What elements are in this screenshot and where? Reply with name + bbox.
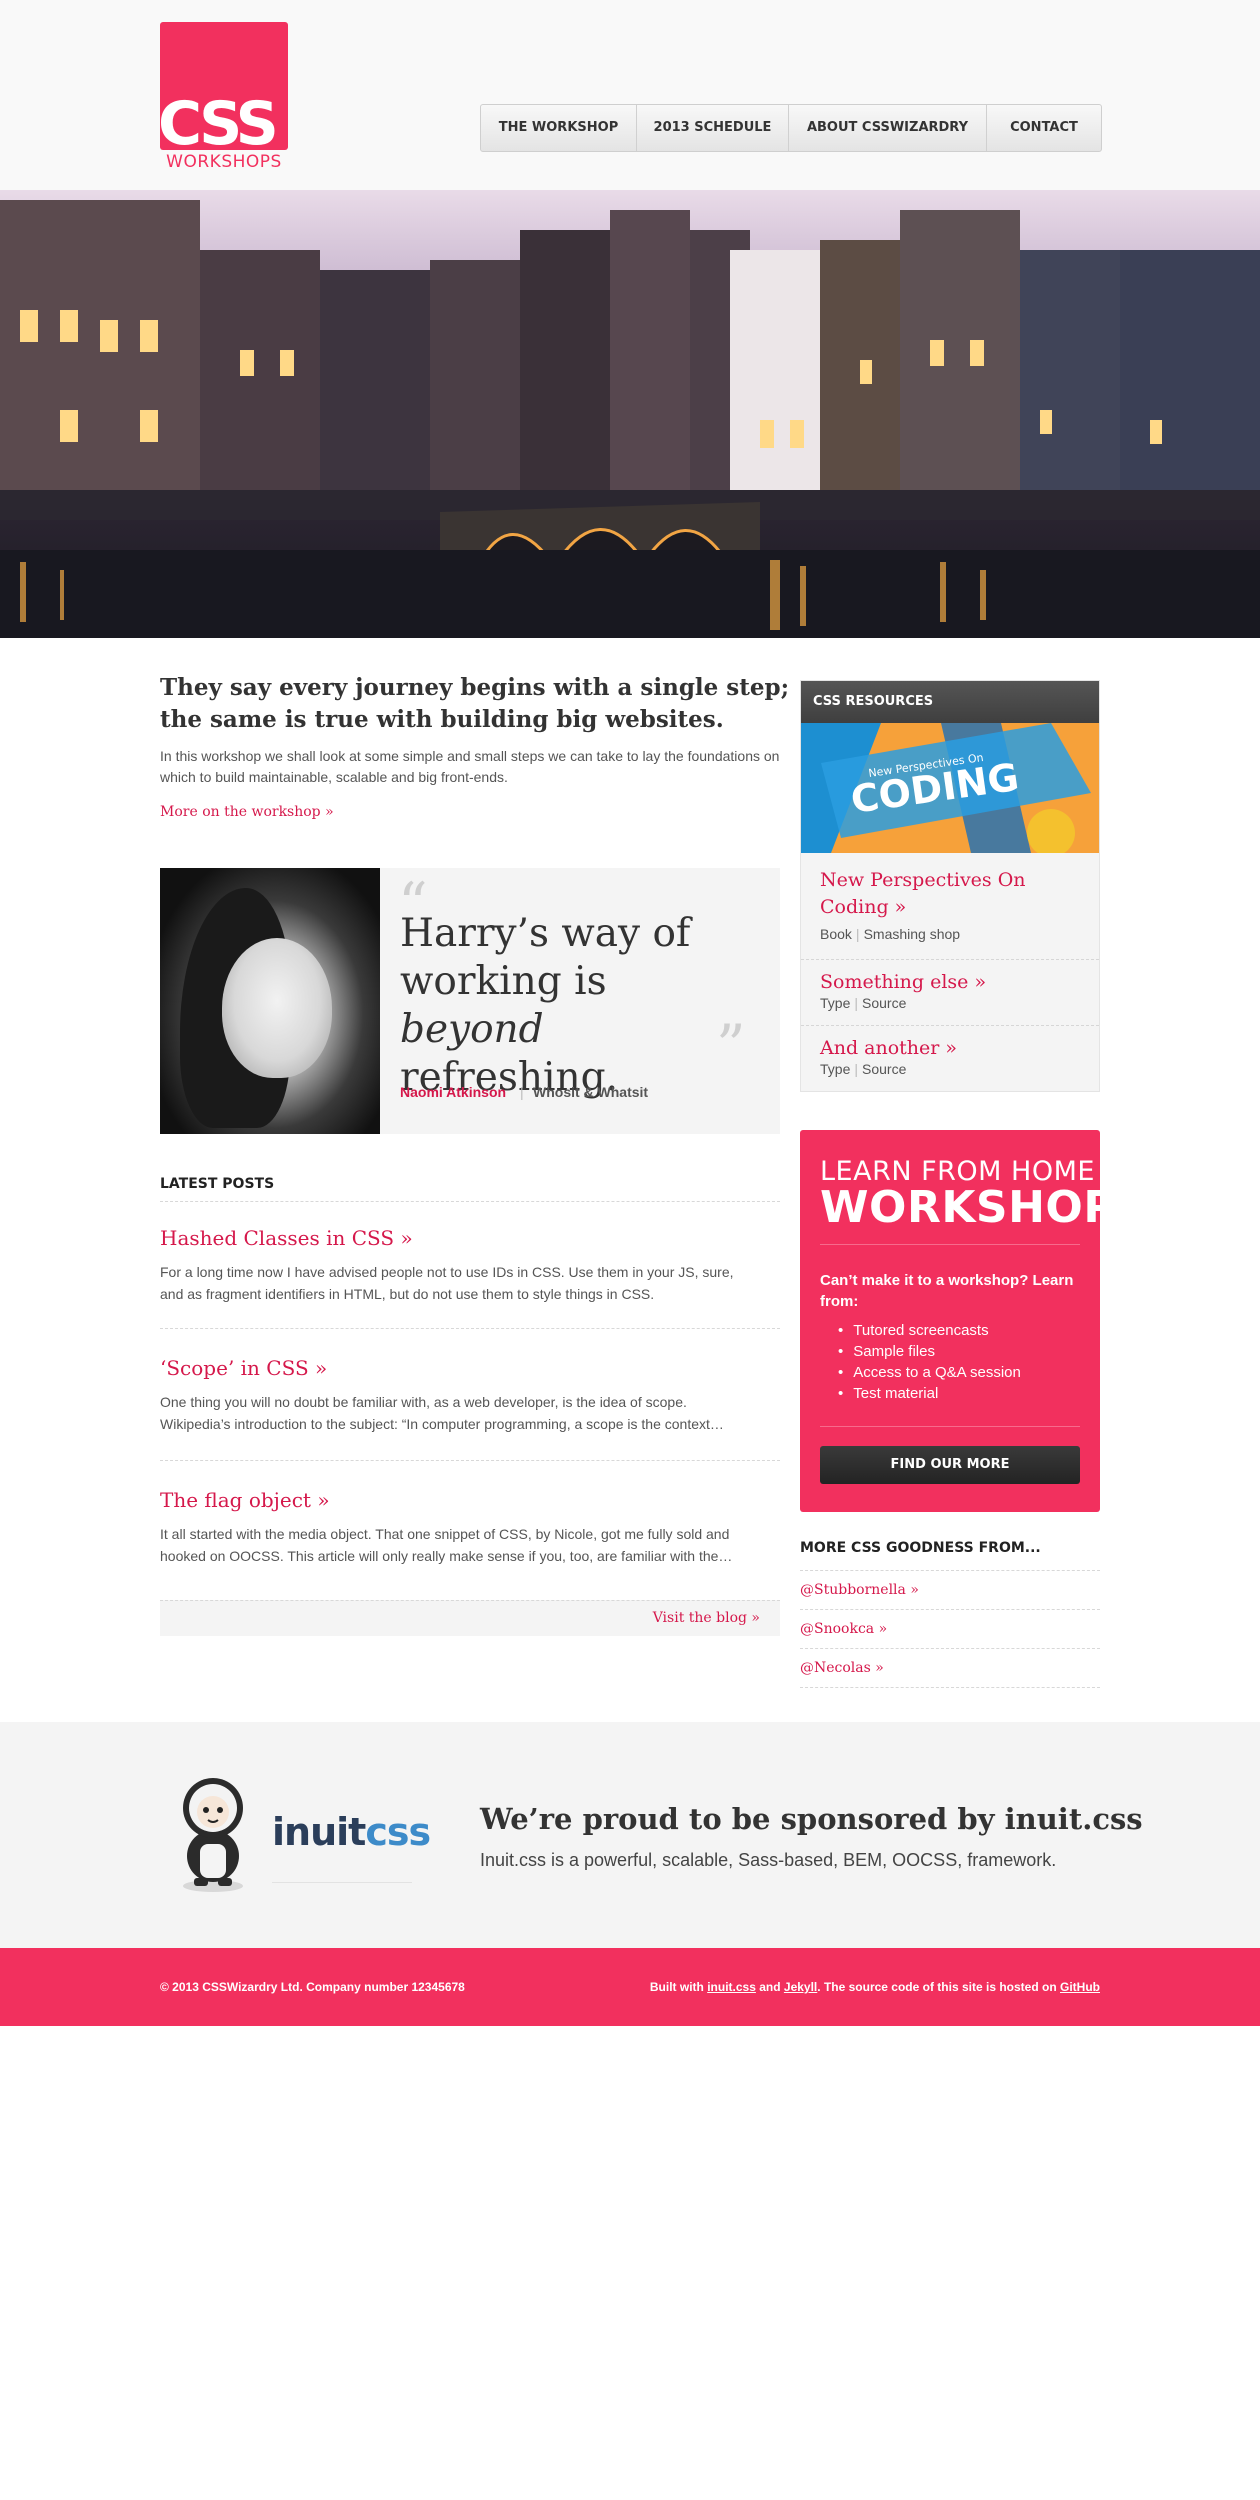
divider bbox=[800, 1609, 1100, 1610]
testimonial-quote: Harry’s way of working is beyond refresh… bbox=[400, 910, 760, 1102]
inuitcss-logo[interactable]: inuitcss bbox=[272, 1810, 431, 1854]
photo-face-shape bbox=[222, 938, 332, 1078]
css-resources-panel: CSS RESOURCES New Perspectives On CODING… bbox=[800, 680, 1100, 1092]
meta-separator: | bbox=[855, 926, 860, 942]
site-header: CSS WORKSHOPS THE WORKSHOP 2013 SCHEDULE… bbox=[0, 0, 1260, 190]
divider bbox=[160, 1328, 780, 1329]
resource-meta: Type | Source bbox=[820, 1061, 906, 1077]
testimonial-photo bbox=[160, 868, 380, 1134]
learn-list: Tutored screencasts Sample files Access … bbox=[838, 1320, 1021, 1404]
resource-meta-type: Type bbox=[820, 1061, 851, 1077]
resource-meta-source[interactable]: Source bbox=[862, 1061, 906, 1077]
learn-list-item: Tutored screencasts bbox=[838, 1320, 1021, 1341]
more-link[interactable]: @Snookca » bbox=[800, 1621, 887, 1637]
post-excerpt: For a long time now I have advised peopl… bbox=[160, 1264, 734, 1302]
learn-question: Can’t make it to a workshop? Learn from: bbox=[820, 1272, 1074, 1310]
nav-item-contact[interactable]: CONTACT bbox=[987, 105, 1101, 151]
post-title[interactable]: Hashed Classes in CSS » bbox=[160, 1226, 780, 1250]
resource-meta-type: Type bbox=[820, 995, 851, 1011]
more-on-workshop-link[interactable]: More on the workshop » bbox=[160, 804, 334, 820]
post-title[interactable]: ‘Scope’ in CSS » bbox=[160, 1356, 780, 1380]
intro-body: In this workshop we shall look at some s… bbox=[160, 748, 780, 785]
divider bbox=[160, 1201, 780, 1202]
learn-title-large: WORKSHOP bbox=[820, 1182, 1117, 1233]
footer-built-with: Built with bbox=[649, 1980, 708, 1994]
resource-title[interactable]: Something else » bbox=[820, 969, 1080, 996]
divider bbox=[800, 1570, 1100, 1571]
more-goodness-heading: MORE CSS GOODNESS FROM... bbox=[800, 1540, 1041, 1556]
blog-link-bar: Visit the blog » bbox=[160, 1600, 780, 1636]
meta-separator: | bbox=[854, 1061, 858, 1077]
intro-heading: They say every journey begins with a sin… bbox=[160, 674, 790, 733]
footer-and: and bbox=[755, 1980, 784, 1994]
resource-divider bbox=[801, 1025, 1099, 1026]
learn-list-item: Access to a Q&A session bbox=[838, 1362, 1021, 1383]
learn-from-home-panel: LEARN FROM HOME WORKSHOP Can’t make it t… bbox=[800, 1130, 1116, 1512]
testimonial: “ Harry’s way of working is beyond refre… bbox=[160, 868, 780, 1134]
css-resources-heading: CSS RESOURCES bbox=[801, 681, 1099, 723]
resource-divider bbox=[801, 959, 1099, 960]
resource-meta: Book | Smashing shop bbox=[820, 926, 960, 942]
learn-divider bbox=[820, 1244, 1080, 1245]
meta-separator: | bbox=[854, 995, 858, 1011]
jekyll-link[interactable]: Jekyll bbox=[784, 1980, 817, 1994]
resource-meta-type: Book bbox=[820, 926, 852, 942]
sponsor-heading: We’re proud to be sponsored by inuit.css bbox=[480, 1802, 1143, 1836]
testimonial-company: Whosit & Whatsit bbox=[533, 1084, 649, 1100]
inuit-logo-part1: inuit bbox=[272, 1810, 366, 1854]
logo-underline bbox=[272, 1882, 412, 1883]
nav-item-workshop[interactable]: THE WORKSHOP bbox=[481, 105, 637, 151]
learn-list-item: Sample files bbox=[838, 1341, 1021, 1362]
footer-credits: Built with inuit.css and Jekyll. The sou… bbox=[650, 1980, 1100, 1994]
more-link[interactable]: @Necolas » bbox=[800, 1660, 884, 1676]
github-link[interactable]: GitHub bbox=[1060, 1980, 1100, 1994]
testimonial-author[interactable]: Naomi Atkinson bbox=[400, 1084, 506, 1100]
hero-image bbox=[0, 190, 1260, 638]
resource-meta-source[interactable]: Smashing shop bbox=[864, 926, 961, 942]
inuit-logo-part2: css bbox=[365, 1810, 431, 1854]
learn-list-item: Test material bbox=[838, 1383, 1021, 1404]
resource-title[interactable]: New Perspectives On Coding » bbox=[820, 867, 1080, 921]
book-cover-image[interactable]: New Perspectives On CODING bbox=[801, 723, 1099, 853]
nav-item-about[interactable]: ABOUT CSSWIZARDRY bbox=[789, 105, 987, 151]
divider bbox=[160, 1460, 780, 1461]
resource-meta: Type | Source bbox=[820, 995, 906, 1011]
site-logo[interactable]: CSS WORKSHOPS bbox=[160, 22, 288, 176]
nav-item-schedule[interactable]: 2013 SCHEDULE bbox=[637, 105, 789, 151]
post-excerpt: It all started with the media object. Th… bbox=[160, 1526, 733, 1564]
amsterdam-canal-illustration bbox=[0, 200, 1260, 638]
testimonial-separator: | bbox=[520, 1084, 524, 1100]
logo-sub-text: WORKSHOPS bbox=[166, 152, 282, 172]
inuitcss-link[interactable]: inuit.css bbox=[707, 1980, 756, 1994]
divider bbox=[800, 1648, 1100, 1649]
sponsor-body: Inuit.css is a powerful, scalable, Sass-… bbox=[480, 1850, 1057, 1870]
footer-copyright: © 2013 CSSWizardry Ltd. Company number 1… bbox=[160, 1980, 465, 1994]
main-nav: THE WORKSHOP 2013 SCHEDULE ABOUT CSSWIZA… bbox=[480, 104, 1102, 152]
logo-box: CSS bbox=[160, 22, 288, 150]
quote-text-start: Harry’s way of working is bbox=[400, 911, 691, 1004]
post-excerpt: One thing you will no doubt be familiar … bbox=[160, 1394, 724, 1432]
learn-divider bbox=[820, 1426, 1080, 1427]
sponsor-section: inuitcss We’re proud to be sponsored by … bbox=[0, 1722, 1260, 1948]
visit-blog-link[interactable]: Visit the blog » bbox=[653, 1610, 760, 1626]
footer-source-text: . The source code of this site is hosted… bbox=[817, 1980, 1060, 1994]
resource-title[interactable]: And another » bbox=[820, 1035, 1080, 1062]
find-out-more-button[interactable]: FIND OUR MORE bbox=[820, 1446, 1080, 1484]
inuit-mascot-icon bbox=[183, 1778, 243, 1892]
divider bbox=[800, 1687, 1100, 1688]
latest-posts-heading: LATEST POSTS bbox=[160, 1176, 275, 1192]
quote-emphasis: beyond bbox=[400, 1007, 544, 1052]
resource-meta-source[interactable]: Source bbox=[862, 995, 906, 1011]
more-link[interactable]: @Stubbornella » bbox=[800, 1582, 919, 1598]
close-quote-icon: ” bbox=[716, 1012, 746, 1080]
logo-main-text: CSS bbox=[160, 89, 279, 150]
site-footer: © 2013 CSSWizardry Ltd. Company number 1… bbox=[0, 1948, 1260, 2026]
book-cover-illustration: New Perspectives On CODING bbox=[801, 723, 1099, 853]
post-title[interactable]: The flag object » bbox=[160, 1488, 780, 1512]
